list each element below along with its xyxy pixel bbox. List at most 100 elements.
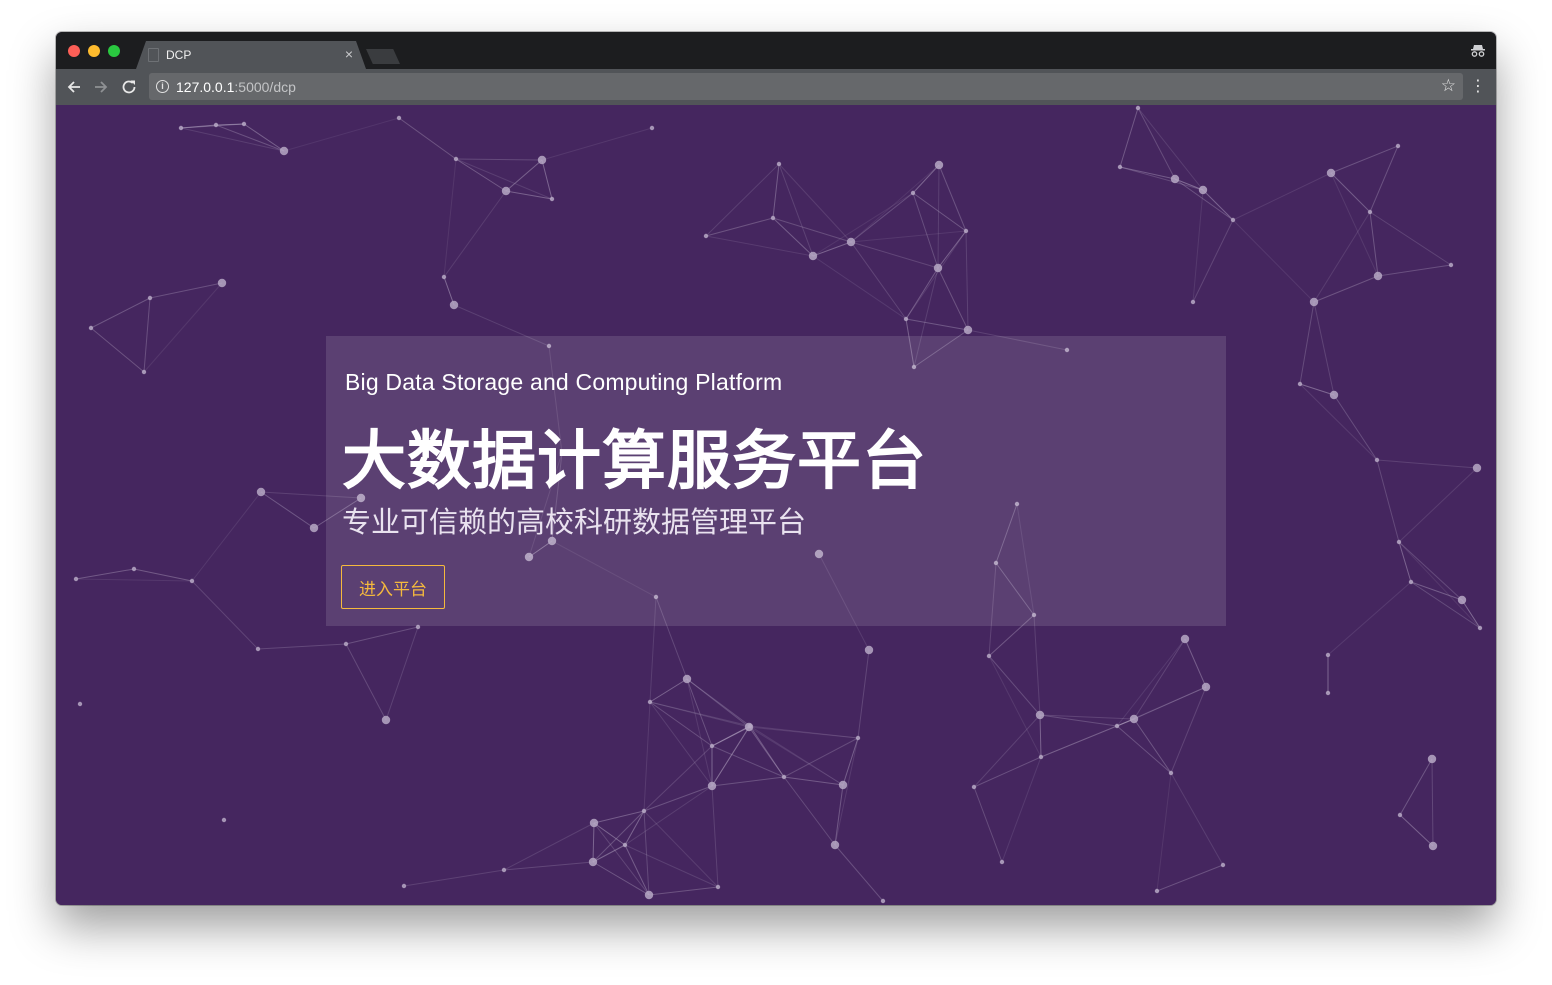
network-node [830, 840, 840, 850]
network-link [215, 123, 245, 126]
network-node [255, 646, 261, 652]
network-node [682, 674, 692, 684]
network-link [1313, 211, 1371, 303]
network-node [1198, 185, 1208, 195]
network-link [260, 491, 315, 529]
network-link [1398, 541, 1463, 601]
network-node [1114, 723, 1120, 729]
network-node [1477, 625, 1483, 631]
tab-close-icon[interactable]: × [345, 46, 353, 62]
network-link [1119, 107, 1139, 168]
network-link [778, 163, 852, 243]
network-link [643, 701, 651, 812]
network-node [1428, 841, 1438, 851]
network-link [1398, 467, 1478, 543]
window-maximize-button[interactable] [108, 45, 120, 57]
hero-subtitle-en: Big Data Storage and Computing Platform [345, 369, 783, 395]
tab-dcp[interactable]: DCP × [136, 41, 366, 69]
network-node [501, 186, 511, 196]
network-link [812, 255, 907, 320]
network-link [812, 192, 914, 257]
info-icon[interactable]: i [156, 80, 169, 93]
enter-platform-button[interactable]: 进入平台 [341, 565, 445, 609]
network-link [505, 159, 543, 192]
network-link [1327, 581, 1412, 656]
network-node [1201, 682, 1211, 692]
network-link [705, 235, 814, 257]
network-node [501, 867, 507, 873]
network-node [644, 890, 654, 900]
reload-button[interactable] [119, 77, 139, 97]
url-text[interactable]: 127.0.0.1:5000/dcp [176, 79, 296, 95]
network-node [1180, 634, 1190, 644]
network-link [850, 192, 914, 243]
network-link [643, 810, 719, 888]
network-link [443, 158, 457, 278]
network-node [781, 774, 787, 780]
network-link [783, 776, 836, 846]
network-node [73, 576, 79, 582]
network-node [441, 274, 447, 280]
network-node [1472, 463, 1482, 473]
address-bar[interactable]: i 127.0.0.1:5000/dcp ☆ [149, 73, 1463, 100]
network-node [449, 300, 459, 310]
window-minimize-button[interactable] [88, 45, 100, 57]
network-node [855, 735, 861, 741]
network-link [1410, 581, 1481, 629]
network-link [937, 164, 940, 269]
network-node [1035, 710, 1045, 720]
incognito-icon [1471, 45, 1485, 57]
network-node [707, 781, 717, 791]
network-link [1399, 814, 1434, 847]
network-link [1333, 394, 1378, 461]
tab-title: DCP [166, 48, 192, 62]
network-node [381, 715, 391, 725]
page-content: Big Data Storage and Computing Platform … [56, 105, 1496, 905]
url-host: 127.0.0.1 [176, 79, 235, 95]
back-button[interactable] [64, 77, 84, 97]
network-link [624, 810, 645, 846]
network-node [1326, 168, 1336, 178]
network-node [880, 898, 886, 904]
network-link [505, 190, 553, 200]
network-link [905, 267, 939, 320]
forward-button[interactable] [91, 77, 111, 97]
network-link [649, 701, 713, 747]
network-node [1448, 262, 1454, 268]
network-link [1398, 541, 1481, 629]
network-node [453, 156, 459, 162]
network-node [549, 196, 555, 202]
network-link [937, 267, 969, 331]
network-link [1156, 772, 1172, 892]
network-link [643, 810, 650, 896]
network-link [1184, 638, 1207, 688]
network-node [1373, 271, 1383, 281]
network-node [241, 121, 247, 127]
network-link [1174, 178, 1234, 221]
network-node [999, 859, 1005, 865]
network-node [933, 263, 943, 273]
network-node [1329, 390, 1339, 400]
network-link [90, 297, 151, 329]
network-node [1230, 217, 1236, 223]
network-node [744, 722, 754, 732]
network-link [455, 158, 543, 161]
network-node [1325, 690, 1331, 696]
network-node [1408, 579, 1414, 585]
network-link [850, 241, 939, 269]
network-link [1137, 107, 1176, 180]
url-path: :5000/dcp [234, 79, 296, 95]
network-node [1325, 652, 1331, 658]
network-link [1313, 301, 1335, 396]
network-link [592, 844, 626, 863]
network-link [257, 643, 347, 650]
kebab-menu-icon[interactable]: ⋮ [1470, 77, 1486, 97]
network-node [1154, 888, 1160, 894]
window-close-button[interactable] [68, 45, 80, 57]
network-node [1190, 299, 1196, 305]
network-node [1220, 862, 1226, 868]
new-tab-button[interactable] [366, 49, 400, 64]
network-node [709, 743, 715, 749]
network-node [1395, 143, 1401, 149]
star-icon[interactable]: ☆ [1441, 76, 1456, 96]
